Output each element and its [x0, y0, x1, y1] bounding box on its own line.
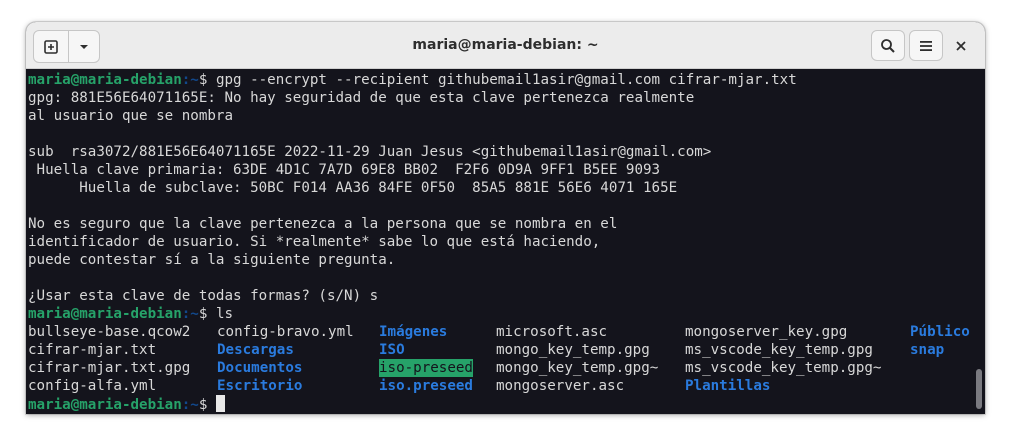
prompt-path: :~ — [181, 397, 199, 413]
ls-directory: ISO — [379, 342, 405, 358]
output-line: No es seguro que la clave pertenezca a l… — [28, 216, 618, 232]
prompt-path: :~ — [181, 72, 199, 88]
ls-file — [910, 377, 970, 395]
search-icon — [881, 38, 895, 53]
ls-file: microsoft.asc — [496, 324, 608, 340]
output-line: Huella de subclave: 50BC F014 AA36 84FE … — [28, 180, 678, 196]
ls-directory: snap — [910, 342, 945, 358]
ls-directory: Descargas — [217, 342, 294, 358]
output-line: ¿Usar esta clave de todas formas? (s/N) … — [28, 288, 379, 304]
command-line: maria@maria-debian:~$ ls — [28, 305, 972, 323]
ls-file: bullseye-base.qcow2 — [28, 324, 191, 340]
prompt-user: maria@maria-debian — [28, 306, 182, 322]
ls-file: mongoserver.asc — [496, 378, 625, 394]
ls-directory: Público — [910, 324, 970, 340]
command-line: maria@maria-debian:~$ gpg --encrypt --re… — [28, 71, 972, 89]
prompt-user: maria@maria-debian — [28, 72, 182, 88]
output-line: gpg: 881E56E64071165E: No hay seguridad … — [28, 90, 695, 106]
search-button[interactable] — [871, 30, 905, 61]
close-icon — [956, 40, 966, 51]
ls-file: config-alfa.yml — [28, 378, 157, 394]
prompt-path: :~ — [181, 306, 199, 322]
window-title: maria@maria-debian: ~ — [412, 37, 599, 53]
ls-file: ms_vscode_key_temp.gpg~ — [685, 360, 882, 376]
ls-file: mongoserver_key.gpg — [685, 324, 848, 340]
terminal-content[interactable]: maria@maria-debian:~$ gpg --encrypt --re… — [26, 69, 972, 414]
ls-file: mongo_key_temp.gpg~ — [496, 360, 659, 376]
terminal-window: maria@maria-debian: ~ maria@maria-debian… — [26, 22, 985, 414]
scrollbar-thumb[interactable] — [976, 369, 982, 409]
output-line: al usuario que se nombra — [28, 108, 233, 124]
ls-directory: Documentos — [217, 360, 303, 376]
ls-file: cifrar-mjar.txt — [28, 342, 157, 358]
ls-directory: iso.preseed — [379, 378, 473, 394]
output-line: sub rsa3072/881E56E64071165E 2022-11-29 … — [28, 144, 712, 160]
ls-row: bullseye-base.qcow2 config-bravo.yml Imá… — [28, 323, 972, 341]
hamburger-menu-icon — [920, 40, 932, 51]
prompt-symbol: $ — [198, 72, 216, 88]
ls-directory-highlighted: iso-preseed — [379, 359, 473, 377]
ls-row: cifrar-mjar.txt Descargas ISO mongo_key_… — [28, 341, 972, 359]
output-line: identificador de usuario. Si *realmente*… — [28, 234, 601, 250]
command-text: gpg --encrypt --recipient githubemail1as… — [215, 72, 797, 88]
text-cursor — [215, 395, 225, 412]
prompt-symbol: $ — [198, 397, 216, 413]
ls-file: ms_vscode_key_temp.gpg — [685, 342, 873, 358]
ls-file: cifrar-mjar.txt.gpg — [28, 360, 191, 376]
prompt-user: maria@maria-debian — [28, 397, 182, 413]
ls-row: config-alfa.yml Escritorio iso.preseed m… — [28, 377, 972, 395]
command-line: maria@maria-debian:~$ — [28, 395, 972, 413]
ls-file: mongo_key_temp.gpg — [496, 342, 650, 358]
output-line: Huella clave primaria: 63DE 4D1C 7A7D 69… — [28, 162, 661, 178]
prompt-symbol: $ — [198, 306, 216, 322]
ls-row: cifrar-mjar.txt.gpg Documentos iso-prese… — [28, 359, 972, 377]
ls-file: config-bravo.yml — [217, 324, 354, 340]
header-bar: maria@maria-debian: ~ — [26, 22, 985, 69]
close-button[interactable] — [944, 30, 978, 61]
ls-directory: Escritorio — [217, 378, 303, 394]
ls-directory: Imágenes — [379, 324, 448, 340]
command-text: ls — [215, 306, 234, 322]
menu-button[interactable] — [909, 30, 943, 61]
ls-file — [910, 359, 970, 377]
output-line: puede contestar sí a la siguiente pregun… — [28, 252, 396, 268]
ls-directory: Plantillas — [685, 378, 771, 394]
